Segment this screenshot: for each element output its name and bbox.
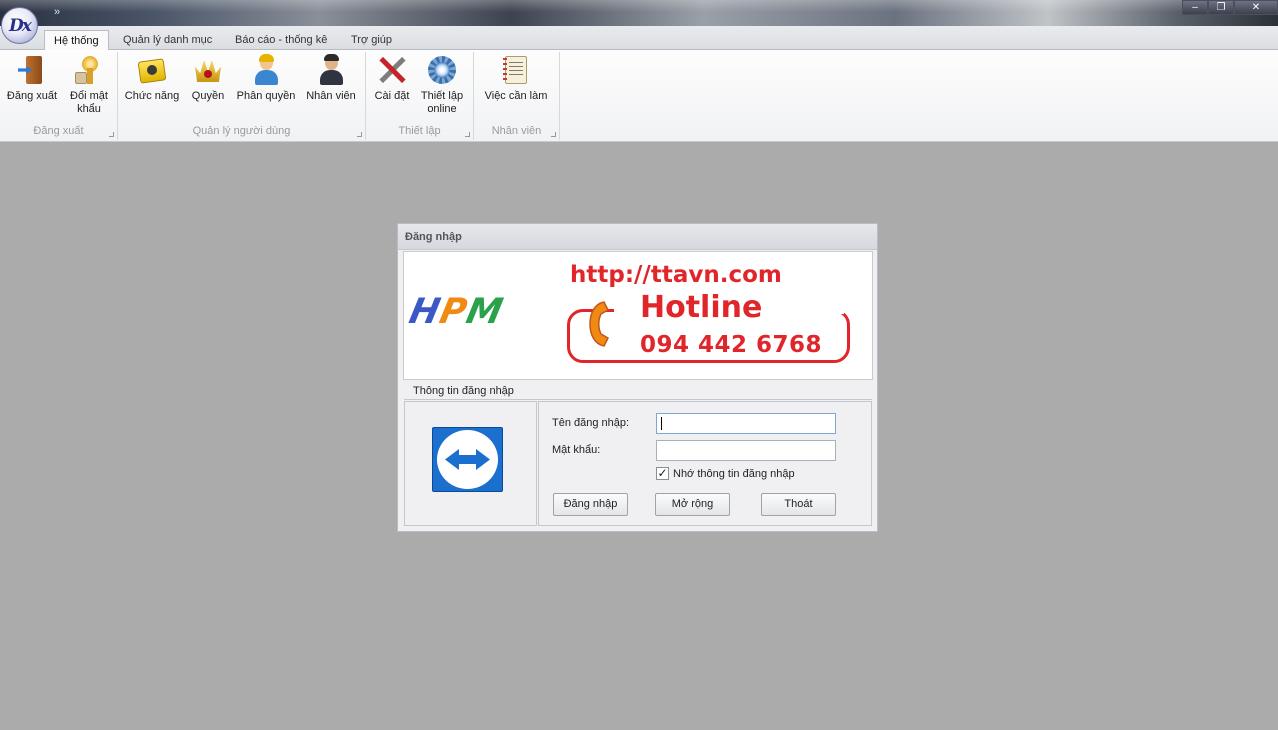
logout-button[interactable]: Đăng xuất: [4, 54, 60, 103]
gear-icon: [426, 54, 458, 86]
restore-button[interactable]: ❐: [1208, 0, 1234, 15]
group-label-thiet-lap: Thiết lập: [398, 125, 441, 137]
function-button[interactable]: Chức năng: [124, 54, 180, 103]
employee-button[interactable]: Nhân viên: [302, 54, 360, 103]
group-launcher-icon[interactable]: [357, 132, 362, 137]
settings-button[interactable]: Cài đặt: [370, 54, 414, 103]
app-menu-button[interactable]: Dx: [1, 7, 38, 44]
employee-button-label: Nhân viên: [306, 90, 356, 102]
hotline-label: Hotline: [640, 290, 763, 325]
exit-button[interactable]: Thoát: [761, 493, 836, 516]
user-icon: [250, 54, 282, 86]
group-launcher-icon[interactable]: [551, 132, 556, 137]
ribbon-group-dang-xuat: Đăng xuất Đổi mật khẩu Đăng xuất: [0, 52, 118, 140]
settings-button-label: Cài đặt: [374, 90, 410, 102]
online-setup-button[interactable]: Thiết lập online: [418, 54, 466, 116]
title-bar: [0, 0, 1278, 26]
hpm-logo: HPM: [405, 292, 508, 332]
remember-checkbox[interactable]: ✓: [656, 467, 669, 480]
group-label-nhan-vien: Nhân viên: [491, 125, 542, 137]
logout-button-label: Đăng xuất: [6, 90, 58, 102]
permission-button[interactable]: Quyền: [186, 54, 230, 103]
login-button[interactable]: Đăng nhập: [553, 493, 628, 516]
change-password-button[interactable]: Đổi mật khẩu: [64, 54, 114, 116]
tools-icon: [376, 54, 408, 86]
crown-icon: [192, 54, 224, 86]
window-controls: – ❐ ✕: [1182, 0, 1278, 15]
tab-tro-giup[interactable]: Trợ giúp: [342, 30, 401, 51]
minimize-button[interactable]: –: [1182, 0, 1208, 15]
phone-icon: [589, 301, 609, 347]
ribbon-group-nhan-vien: Việc cần làm Nhân viên: [474, 52, 560, 140]
login-left-panel: [404, 401, 537, 526]
expand-button[interactable]: Mở rộng: [655, 493, 730, 516]
tab-quan-ly-danh-muc[interactable]: Quản lý danh mục: [114, 30, 221, 51]
notes-icon: [500, 54, 532, 86]
ribbon-group-thiet-lap: Cài đặt Thiết lập online Thiết lập: [366, 52, 474, 140]
username-input[interactable]: [656, 413, 836, 434]
teamviewer-icon[interactable]: [432, 427, 503, 492]
group-label-quan-ly-nguoi-dung: Quản lý người dùng: [192, 125, 291, 137]
key-icon: [73, 54, 105, 86]
group-launcher-icon[interactable]: [109, 132, 114, 137]
login-dialog-title: Đăng nhập: [398, 224, 877, 250]
change-password-button-label: Đổi mật khẩu: [70, 90, 108, 115]
function-button-label: Chức năng: [124, 90, 180, 102]
group-label-dang-xuat: Đăng xuất: [33, 125, 84, 137]
password-input[interactable]: [656, 440, 836, 461]
assign-permission-button[interactable]: Phân quyền: [234, 54, 298, 103]
login-form-panel: Tên đăng nhập: Mật khẩu: ✓ Nhớ thông tin…: [538, 401, 872, 526]
assign-permission-button-label: Phân quyền: [236, 90, 296, 102]
group-launcher-icon[interactable]: [465, 132, 470, 137]
employee-icon: [315, 54, 347, 86]
logout-door-icon: [16, 54, 48, 86]
online-setup-button-label: Thiết lập online: [420, 90, 464, 115]
hotline-number: 094 442 6768: [640, 332, 823, 358]
tab-bao-cao-thong-ke[interactable]: Báo cáo - thống kê: [226, 30, 336, 51]
login-dialog: Đăng nhập HPM http://ttavn.com Hotline 0…: [397, 223, 878, 532]
permission-button-label: Quyền: [191, 90, 225, 102]
login-info-section-title: Thông tin đăng nhập: [404, 382, 872, 400]
ribbon: Đăng xuất Đổi mật khẩu Đăng xuất Chức nă…: [0, 50, 1278, 142]
banner-image: HPM http://ttavn.com Hotline 094 442 676…: [403, 251, 873, 380]
ribbon-group-quan-ly-nguoi-dung: Chức năng Quyền Phân quyền Nhân viên Quả…: [118, 52, 366, 140]
password-label: Mật khẩu:: [552, 444, 601, 456]
todo-button-label: Việc cần làm: [484, 90, 548, 102]
tab-he-thong[interactable]: Hệ thống: [44, 30, 109, 51]
ribbon-tab-strip: Hệ thống Quản lý danh mục Báo cáo - thốn…: [0, 26, 1278, 51]
remember-label[interactable]: Nhớ thông tin đăng nhập: [673, 468, 795, 480]
close-button[interactable]: ✕: [1234, 0, 1278, 15]
quick-access-toolbar-expand-icon[interactable]: »: [54, 6, 60, 18]
function-icon: [136, 54, 168, 86]
todo-button[interactable]: Việc cần làm: [482, 54, 550, 103]
banner-url: http://ttavn.com: [570, 262, 782, 288]
app-logo-text: Dx: [9, 15, 32, 36]
username-label: Tên đăng nhập:: [552, 417, 630, 429]
